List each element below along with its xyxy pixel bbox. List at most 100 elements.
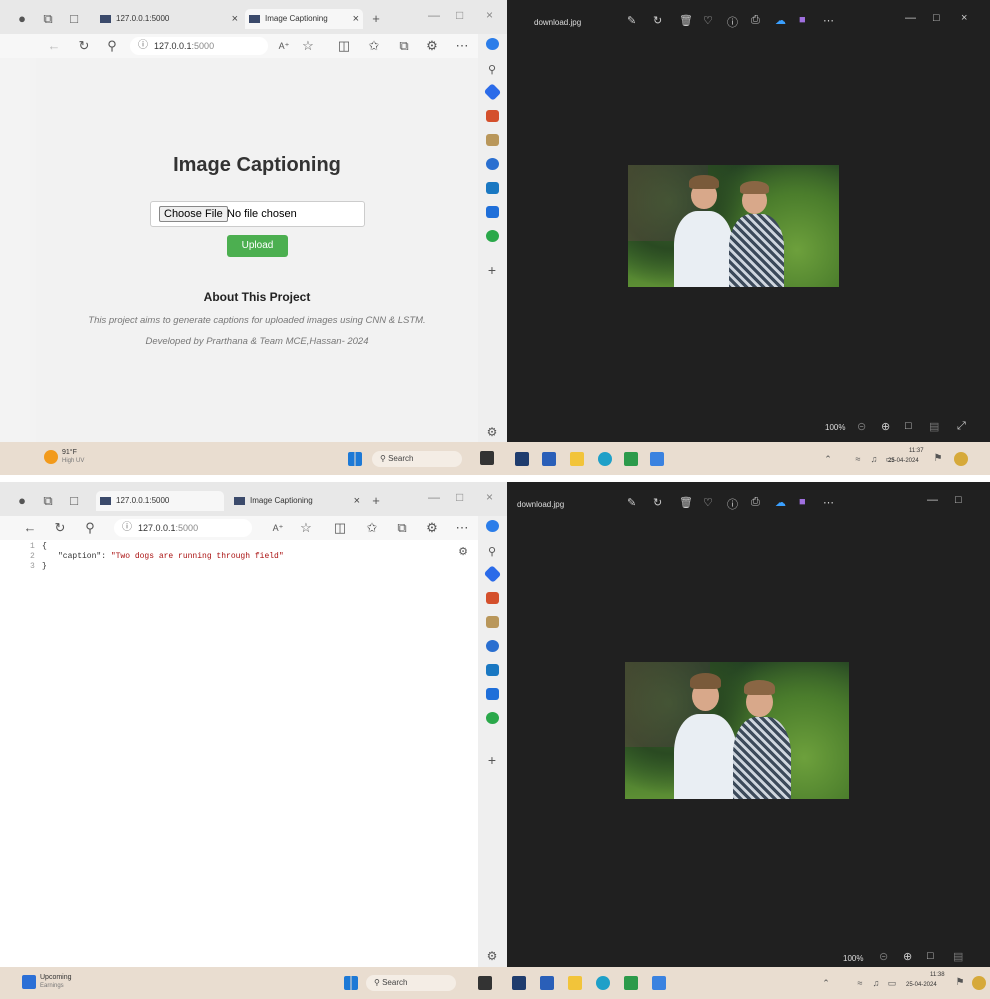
file-explorer-icon[interactable] [512,976,526,990]
print-icon[interactable]: ⎙ [751,14,760,27]
clock-date[interactable]: 25-04-2024 [888,458,919,464]
tray-chevron-icon[interactable]: ⌃ [818,975,834,991]
notification-bell-icon[interactable]: ⚑ [952,975,968,991]
zoom-out-icon[interactable]: ⊝ [857,420,866,433]
close-window-icon[interactable]: × [486,490,493,504]
tab-actions-icon[interactable]: □ [66,11,82,27]
wifi-icon[interactable]: ≈ [852,975,868,991]
add-sidebar-app-icon[interactable]: + [484,752,500,768]
people-icon[interactable] [486,616,499,628]
search-icon[interactable]: ⚲ [82,520,98,536]
taskbar-search[interactable]: ⚲ Search [366,975,456,991]
choose-file-button[interactable]: Choose File [159,206,228,222]
office-icon[interactable] [486,640,499,652]
favorite-star-icon[interactable]: ☆ [300,38,316,54]
info-icon[interactable]: ⓘ [727,14,738,30]
tools-icon[interactable] [486,110,499,122]
heart-icon[interactable]: ♡ [703,14,713,27]
minimize-icon[interactable]: — [428,490,440,504]
filmstrip-icon[interactable]: ▤ [953,950,963,963]
more-options-icon[interactable]: ⋯ [454,38,470,54]
add-sidebar-app-icon[interactable]: + [484,262,500,278]
onedrive-icon[interactable]: ☁ [775,496,786,509]
copilot-taskbar-icon[interactable] [954,452,968,466]
back-icon[interactable]: ← [22,520,38,536]
more-options-icon[interactable]: ⋯ [454,520,470,536]
viewer-close-icon[interactable]: × [961,12,967,24]
people-icon[interactable] [486,134,499,146]
photos-icon[interactable] [652,976,666,990]
read-aloud-icon[interactable]: A⁺ [270,520,286,536]
wifi-icon[interactable]: ≈ [850,451,866,467]
sidebar-settings-icon[interactable]: ⚙ [484,424,500,440]
volume-icon[interactable]: ♫ [868,975,884,991]
designer-icon[interactable] [486,206,499,218]
site-info-icon[interactable]: ⓘ [122,519,132,537]
viewer-maximize-icon[interactable]: □ [955,494,962,506]
sidebar-search-icon[interactable]: ⚲ [484,544,500,560]
site-info-icon[interactable]: ⓘ [138,37,148,55]
tab-actions-icon[interactable]: □ [66,493,82,509]
fit-screen-icon[interactable]: □ [905,420,912,432]
back-icon[interactable]: ← [46,38,62,54]
copilot-icon[interactable] [486,520,499,532]
sidebar-settings-icon[interactable]: ⚙ [484,948,500,964]
upload-button[interactable]: Upload [227,235,288,257]
tab-image-captioning[interactable]: Image Captioning × [245,9,363,29]
clock-time[interactable]: 11:37 [909,448,924,454]
address-bar[interactable]: ⓘ 127.0.0.1:5000 [114,519,252,537]
folder-icon[interactable] [568,976,582,990]
refresh-icon[interactable]: ↻ [52,520,68,536]
zoom-out-icon[interactable]: ⊝ [879,950,888,963]
delete-icon[interactable]: 🗑 [679,14,693,27]
edit-icon[interactable]: ✎ [627,14,636,27]
clock-date[interactable]: 25-04-2024 [906,982,937,988]
info-icon[interactable]: ⓘ [727,496,738,512]
designer-icon[interactable] [486,688,499,700]
edge-icon[interactable] [596,976,610,990]
start-windows-icon[interactable] [348,452,362,466]
close-window-icon[interactable]: × [486,8,493,22]
weather-temp[interactable]: 91°F [62,449,77,456]
split-screen-icon[interactable]: ◫ [336,38,352,54]
taskbar-search[interactable]: ⚲ Search [372,451,462,467]
favorites-icon[interactable]: ✩ [366,38,382,54]
viewer-minimize-icon[interactable]: — [927,494,938,506]
more-icon[interactable]: ⋯ [823,496,834,509]
outlook-icon[interactable] [486,182,499,194]
shopping-tag-icon[interactable] [483,83,502,101]
shopping-tag-icon[interactable] [483,565,502,583]
refresh-icon[interactable]: ↻ [76,38,92,54]
minimize-icon[interactable]: — [428,8,440,22]
tab-localhost[interactable]: 127.0.0.1:5000 × [96,9,242,29]
file-input[interactable]: Choose File No file chosen [150,201,365,227]
print-icon[interactable]: ⎙ [751,496,760,509]
tab-localhost[interactable]: 127.0.0.1:5000 [96,491,224,511]
notification-bell-icon[interactable]: ⚑ [930,451,946,467]
sidebar-search-icon[interactable]: ⚲ [484,62,500,78]
json-settings-icon[interactable]: ⚙ [455,544,471,560]
whatsapp-icon[interactable] [486,230,499,242]
filmstrip-icon[interactable]: ▤ [929,420,939,433]
edge-icon[interactable] [598,452,612,466]
workspaces-icon[interactable]: ⧉ [40,11,56,27]
read-aloud-icon[interactable]: A⁺ [276,38,292,54]
task-view-icon[interactable] [480,451,494,465]
maximize-icon[interactable]: □ [456,8,463,22]
clipchamp-icon[interactable]: ■ [799,496,806,508]
close-tab-icon[interactable]: × [353,9,359,29]
store-icon[interactable] [540,976,554,990]
zoom-in-icon[interactable]: ⊕ [903,950,912,963]
whatsapp-icon[interactable] [486,712,499,724]
collections-icon[interactable]: ⧉ [394,520,410,536]
widget-title[interactable]: Upcoming [40,974,72,981]
volume-icon[interactable]: ♫ [866,451,882,467]
viewer-minimize-icon[interactable]: — [905,12,916,24]
onedrive-icon[interactable]: ☁ [775,14,786,27]
file-explorer-icon[interactable] [515,452,529,466]
viewer-maximize-icon[interactable]: □ [933,12,940,24]
edit-icon[interactable]: ✎ [627,496,636,509]
heart-icon[interactable]: ♡ [703,496,713,509]
tools-icon[interactable] [486,592,499,604]
clipchamp-icon[interactable]: ■ [799,14,806,26]
